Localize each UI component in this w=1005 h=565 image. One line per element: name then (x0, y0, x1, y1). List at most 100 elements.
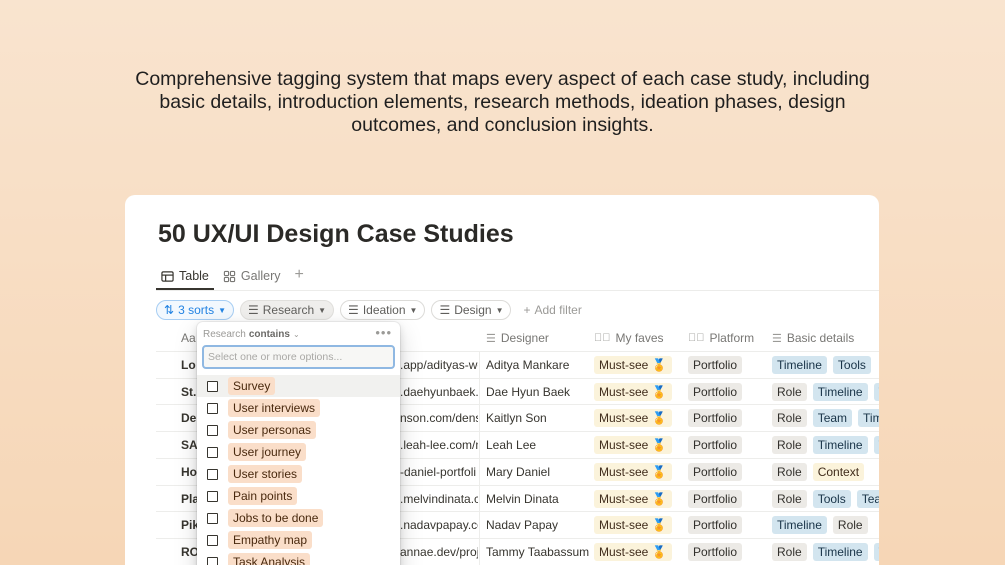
faves-header-label: My faves (615, 331, 664, 345)
more-options-icon[interactable]: ••• (375, 325, 392, 340)
filter-bar: ⇅ 3 sorts ▼ ☰ Research ▼ ☰ Ideation ▼ ☰ … (156, 300, 582, 320)
chevron-down-icon: ⌄ (292, 330, 300, 339)
row-url[interactable]: .daehyunbaek.c (400, 379, 478, 405)
fave-tag: Must-see 🏅 (594, 409, 672, 428)
row-platform[interactable]: Portfolio (688, 486, 768, 512)
row-url[interactable]: .nadavpapay.co (400, 512, 478, 538)
row-basic-details[interactable]: Role Timeline To (772, 432, 879, 458)
checkbox[interactable] (207, 534, 218, 546)
row-designer[interactable]: Leah Lee (486, 432, 590, 458)
fave-tag: Must-see 🏅 (594, 542, 672, 561)
row-url[interactable]: .leah-lee.com/m (400, 432, 478, 458)
research-filter-chip[interactable]: ☰ Research ▼ (240, 300, 335, 320)
checkbox[interactable] (207, 446, 218, 458)
header-platform[interactable]: ⌄⃝ Platform (688, 331, 754, 345)
row-platform[interactable]: Portfolio (688, 405, 768, 431)
row-basic-details[interactable]: Role Timeline To (772, 379, 879, 405)
header-faves[interactable]: ⌄⃝ My faves (594, 331, 664, 345)
filter-option[interactable]: Pain points (197, 485, 400, 507)
checkbox[interactable] (207, 424, 218, 436)
row-basic-details[interactable]: Role Timeline To (772, 539, 879, 565)
checkbox[interactable] (207, 556, 218, 565)
header-basic-details[interactable]: ☰ Basic details (772, 331, 854, 345)
filter-option[interactable]: User personas (197, 419, 400, 441)
checkbox[interactable] (207, 402, 218, 414)
basic-detail-tag: To (873, 542, 879, 561)
filter-option[interactable]: Empathy map (197, 529, 400, 551)
column-divider (479, 378, 480, 405)
table-icon (161, 270, 174, 282)
chevron-down-icon: ▼ (409, 305, 418, 315)
add-view-button[interactable]: + (294, 265, 303, 287)
checkbox[interactable] (207, 490, 218, 502)
ideation-filter-chip[interactable]: ☰ Ideation ▼ (340, 300, 426, 320)
row-designer[interactable]: Aditya Mankare (486, 352, 590, 378)
row-platform[interactable]: Portfolio (688, 379, 768, 405)
basic-detail-tag: Role (772, 489, 807, 508)
row-faves[interactable]: Must-see 🏅 (594, 539, 682, 565)
select-property-icon: ⌄⃝ (594, 332, 611, 344)
gallery-icon (223, 270, 236, 282)
checkbox[interactable] (207, 512, 218, 524)
filter-option[interactable]: Survey (197, 375, 400, 397)
filter-option[interactable]: Task Analysis (197, 551, 400, 565)
filter-option[interactable]: Jobs to be done (197, 507, 400, 529)
row-basic-details[interactable]: Role Team Time (772, 405, 879, 431)
fave-tag: Must-see 🏅 (594, 382, 672, 401)
option-tag: Jobs to be done (228, 509, 324, 527)
basic-detail-tag: Role (772, 462, 807, 481)
row-platform[interactable]: Portfolio (688, 512, 768, 538)
row-platform[interactable]: Portfolio (688, 352, 768, 378)
option-search-input[interactable] (202, 345, 395, 369)
basic-detail-tag: Time (858, 409, 879, 428)
row-designer[interactable]: Mary Daniel (486, 459, 590, 485)
row-basic-details[interactable]: Timeline Tools (772, 352, 879, 378)
row-platform[interactable]: Portfolio (688, 432, 768, 458)
row-designer[interactable]: Melvin Dinata (486, 486, 590, 512)
row-faves[interactable]: Must-see 🏅 (594, 405, 682, 431)
select-property-icon: ⌄⃝ (688, 332, 705, 344)
row-faves[interactable]: Must-see 🏅 (594, 459, 682, 485)
row-faves[interactable]: Must-see 🏅 (594, 512, 682, 538)
filter-condition[interactable]: Research contains ⌄ (203, 329, 300, 340)
filter-option[interactable]: User interviews (197, 397, 400, 419)
row-faves[interactable]: Must-see 🏅 (594, 379, 682, 405)
row-url[interactable]: annae.dev/proje (400, 539, 478, 565)
row-url[interactable]: .app/adityas-wo (400, 352, 478, 378)
row-faves[interactable]: Must-see 🏅 (594, 486, 682, 512)
sorts-button[interactable]: ⇅ 3 sorts ▼ (156, 300, 234, 320)
tab-table[interactable]: Table (161, 265, 209, 287)
option-tag: Empathy map (228, 531, 313, 549)
row-designer[interactable]: Kaitlyn Son (486, 405, 590, 431)
header-name[interactable]: Aa (181, 331, 196, 345)
row-designer[interactable]: Dae Hyun Baek (486, 379, 590, 405)
design-filter-chip[interactable]: ☰ Design ▼ (431, 300, 512, 320)
row-platform[interactable]: Portfolio (688, 539, 768, 565)
filter-option[interactable]: User journey (197, 441, 400, 463)
row-designer[interactable]: Tammy Taabassum (486, 539, 590, 565)
row-basic-details[interactable]: Timeline Role (772, 512, 879, 538)
row-faves[interactable]: Must-see 🏅 (594, 352, 682, 378)
row-url[interactable]: -daniel-portfoli (400, 459, 478, 485)
checkbox[interactable] (207, 468, 218, 480)
row-url[interactable]: .melvindinata.c (400, 486, 478, 512)
chevron-down-icon: ▼ (218, 305, 226, 315)
checkbox[interactable] (207, 380, 218, 392)
option-tag: Survey (228, 377, 276, 395)
tab-table-label: Table (179, 269, 209, 283)
tab-gallery[interactable]: Gallery (223, 265, 280, 287)
filter-option[interactable]: User stories (197, 463, 400, 485)
row-url[interactable]: nson.com/dens (400, 405, 478, 431)
add-filter-button[interactable]: + Add filter (517, 303, 581, 317)
row-basic-details[interactable]: Role Context (772, 459, 879, 485)
text-property-icon: ☰ (486, 332, 496, 345)
row-faves[interactable]: Must-see 🏅 (594, 432, 682, 458)
platform-tag: Portfolio (688, 462, 743, 481)
research-filter-label: Research (262, 303, 315, 317)
row-designer[interactable]: Nadav Papay (486, 512, 590, 538)
row-basic-details[interactable]: Role Tools Team (772, 486, 879, 512)
row-platform[interactable]: Portfolio (688, 459, 768, 485)
column-divider (479, 485, 480, 512)
basic-detail-tag: Role (832, 516, 868, 535)
header-designer[interactable]: ☰ Designer (486, 331, 549, 345)
